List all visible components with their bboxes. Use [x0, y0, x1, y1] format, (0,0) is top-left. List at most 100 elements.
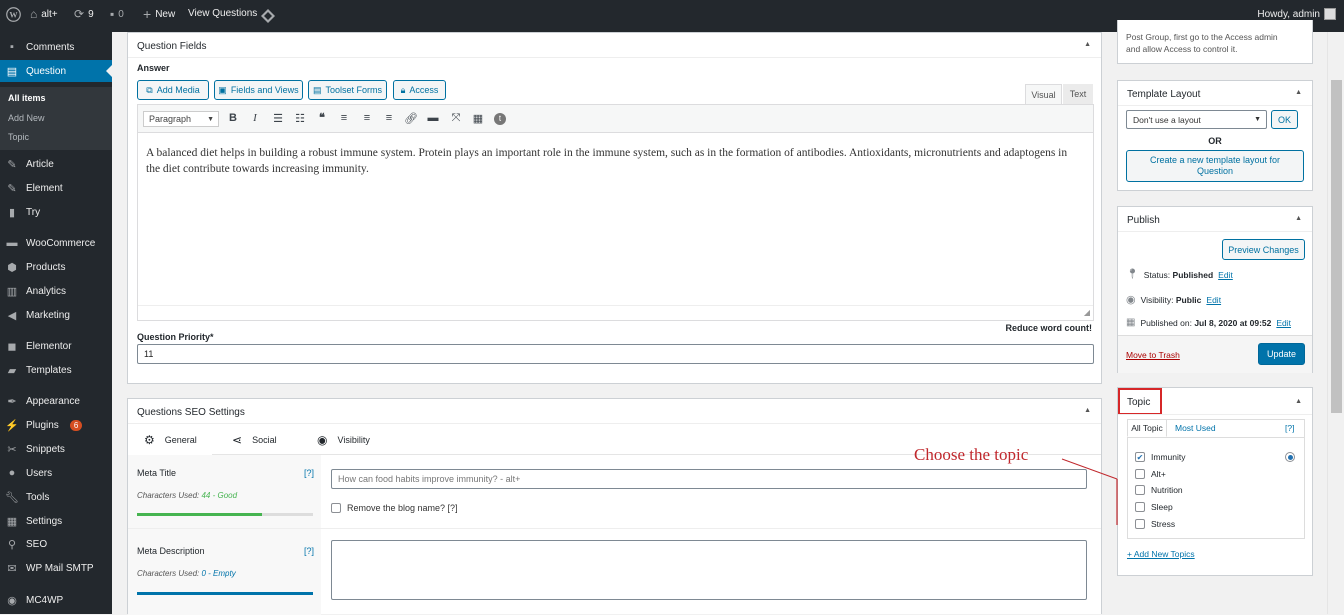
- sidebar-item-comments[interactable]: ▪ Comments: [0, 36, 112, 58]
- primary-topic-radio[interactable]: [1285, 452, 1295, 462]
- sidebar-item-tools[interactable]: 🔧︎ Tools: [0, 486, 112, 508]
- collapse-toggle-icon[interactable]: ▲: [1295, 215, 1302, 222]
- updates-link[interactable]: ⟳ 9: [74, 8, 94, 20]
- submenu-add-new[interactable]: Add New: [8, 113, 45, 123]
- tab-most-used[interactable]: Most Used: [1175, 423, 1216, 433]
- collapse-toggle-icon[interactable]: ▲: [1295, 398, 1302, 405]
- sidebar-item-woocommerce[interactable]: ▬ WooCommerce: [0, 232, 112, 254]
- fullscreen-icon[interactable]: ⤧: [449, 112, 463, 125]
- format-select[interactable]: Paragraph ▼: [143, 111, 219, 127]
- sidebar-item-question[interactable]: ▤ Question: [0, 60, 112, 82]
- sidebar-item-label: Plugins: [26, 419, 59, 431]
- sidebar-item-settings[interactable]: ▦ Settings: [0, 510, 112, 532]
- visibility-value: Public: [1175, 294, 1202, 305]
- topic-checkbox[interactable]: [1135, 519, 1145, 529]
- view-questions-link[interactable]: View Questions: [188, 8, 257, 19]
- sidebar-item-mc4wp[interactable]: ◉ MC4WP: [0, 589, 112, 611]
- layout-select[interactable]: Don't use a layout ▼: [1126, 110, 1267, 129]
- sidebar-item-seo[interactable]: ⚲ SEO: [0, 533, 112, 555]
- sidebar-item-wp-mail-smtp[interactable]: ✉ WP Mail SMTP: [0, 557, 112, 579]
- meta-title-input[interactable]: How can food habits improve immunity? - …: [331, 469, 1087, 489]
- collapse-toggle-icon[interactable]: ▲: [1084, 407, 1091, 414]
- submenu-all-items[interactable]: All items: [8, 93, 46, 103]
- tab-social[interactable]: ⋖ Social: [232, 424, 277, 455]
- create-template-layout-button[interactable]: Create a new template layout for Questio…: [1126, 150, 1304, 182]
- topic-item-stress[interactable]: Stress: [1135, 519, 1175, 529]
- meta-description-textarea[interactable]: [331, 540, 1087, 600]
- sidebar-item-analytics[interactable]: ▥ Analytics: [0, 280, 112, 302]
- tab-visibility[interactable]: ◉ Visibility: [317, 424, 370, 455]
- italic-icon[interactable]: I: [248, 112, 262, 124]
- fields-and-views-button[interactable]: ▣ Fields and Views: [214, 80, 303, 100]
- topic-item-sleep[interactable]: Sleep: [1135, 502, 1173, 512]
- toolbar-toggle-icon[interactable]: ▦: [471, 112, 485, 125]
- sidebar-item-elementor[interactable]: ◼ Elementor: [0, 335, 112, 357]
- sidebar-item-label: Elementor: [26, 340, 72, 352]
- new-content-link[interactable]: + New: [143, 7, 175, 21]
- comments-link[interactable]: ▪ 0: [110, 8, 124, 20]
- topic-help[interactable]: [?]: [1285, 423, 1294, 433]
- bullet-list-icon[interactable]: ☰: [271, 112, 285, 125]
- topic-checkbox[interactable]: [1135, 469, 1145, 479]
- tab-text[interactable]: Text: [1063, 84, 1093, 104]
- align-right-icon[interactable]: ≡: [382, 112, 396, 124]
- sidebar-item-products[interactable]: ⬢ Products: [0, 256, 112, 278]
- sidebar-item-appearance[interactable]: ✒ Appearance: [0, 390, 112, 412]
- align-left-icon[interactable]: ≡: [337, 112, 351, 124]
- sidebar-item-try[interactable]: ▮ Try: [0, 201, 112, 223]
- topic-item-alt[interactable]: Alt+: [1135, 469, 1166, 479]
- read-more-icon[interactable]: ▬: [426, 112, 440, 124]
- topic-checkbox[interactable]: [1135, 485, 1145, 495]
- topic-item-nutrition[interactable]: Nutrition: [1135, 485, 1183, 495]
- edit-date-link[interactable]: Edit: [1276, 318, 1291, 328]
- sidebar-item-element[interactable]: ✎ Element: [0, 177, 112, 199]
- link-icon[interactable]: 🔗︎: [404, 112, 418, 125]
- align-center-icon[interactable]: ≡: [360, 112, 374, 124]
- my-account-link[interactable]: Howdy, admin: [1257, 8, 1336, 20]
- numbered-list-icon[interactable]: ☷: [293, 112, 307, 125]
- tab-all-topic[interactable]: All Topic: [1127, 419, 1167, 437]
- toolset-forms-button[interactable]: ▤ Toolset Forms: [308, 80, 387, 100]
- toolset-diamond-icon[interactable]: [261, 9, 275, 23]
- edit-visibility-link[interactable]: Edit: [1206, 295, 1221, 305]
- remove-blog-name-option[interactable]: Remove the blog name? [?]: [331, 503, 458, 513]
- collapse-toggle-icon[interactable]: ▲: [1295, 89, 1302, 96]
- add-media-button[interactable]: ⧉ Add Media: [137, 80, 209, 100]
- topic-checkbox[interactable]: ✔: [1135, 452, 1145, 462]
- sidebar-item-users[interactable]: ● Users: [0, 462, 112, 484]
- update-button[interactable]: Update: [1258, 343, 1305, 365]
- collapse-toggle-icon[interactable]: ▲: [1084, 41, 1091, 48]
- sidebar-item-snippets[interactable]: ✂ Snippets: [0, 438, 112, 460]
- products-icon: ⬢: [7, 261, 17, 274]
- sidebar-item-plugins[interactable]: ⚡ Plugins 6: [0, 414, 112, 436]
- editor-content[interactable]: A balanced diet helps in building a robu…: [146, 145, 1076, 177]
- topic-item-immunity[interactable]: ✔ Immunity: [1135, 452, 1185, 462]
- mc4wp-icon: ◉: [7, 594, 17, 607]
- tab-general[interactable]: ⚙ General: [128, 424, 212, 455]
- priority-input[interactable]: 11: [137, 344, 1094, 364]
- access-button[interactable]: 🔒︎ Access: [393, 80, 446, 100]
- topic-checkbox[interactable]: [1135, 502, 1145, 512]
- toolset-icon[interactable]: t: [493, 112, 507, 125]
- submenu-topic[interactable]: Topic: [8, 132, 29, 142]
- question-fields-box: Question Fields ▲ Answer ⧉ Add Media ▣ Fie…: [127, 32, 1102, 384]
- preview-changes-button[interactable]: Preview Changes: [1222, 239, 1305, 260]
- edit-status-link[interactable]: Edit: [1218, 270, 1233, 280]
- blockquote-icon[interactable]: ❝: [315, 111, 329, 124]
- tab-label: General: [164, 434, 197, 445]
- bold-icon[interactable]: B: [226, 112, 240, 124]
- tab-visual[interactable]: Visual: [1025, 84, 1062, 104]
- move-to-trash-link[interactable]: Move to Trash: [1126, 350, 1180, 360]
- page-scrollbar[interactable]: [1327, 32, 1344, 614]
- remove-blog-name-checkbox[interactable]: [331, 503, 341, 513]
- sidebar-item-templates[interactable]: ▰ Templates: [0, 359, 112, 381]
- sidebar-item-marketing[interactable]: ◀ Marketing: [0, 304, 112, 326]
- add-new-topic-link[interactable]: + Add New Topics: [1127, 549, 1195, 559]
- meta-description-help[interactable]: [?]: [304, 546, 314, 556]
- ok-button[interactable]: OK: [1271, 110, 1298, 129]
- meta-title-help[interactable]: [?]: [304, 468, 314, 478]
- site-name-link[interactable]: ⌂ alt+: [30, 8, 58, 20]
- sidebar-item-article[interactable]: ✎ Article: [0, 153, 112, 175]
- scrollbar-thumb[interactable]: [1331, 80, 1342, 413]
- wordpress-logo-icon[interactable]: W: [6, 7, 21, 22]
